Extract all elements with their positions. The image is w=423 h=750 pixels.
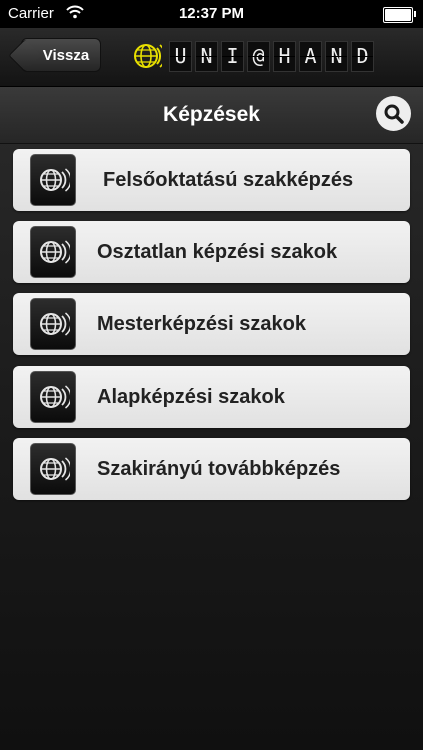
status-time: 12:37 PM <box>178 5 245 22</box>
logo-wordmark: U N I @ H A N D <box>169 40 374 72</box>
globe-icon <box>30 226 76 278</box>
globe-icon <box>30 443 76 495</box>
back-button[interactable]: Vissza <box>21 38 101 72</box>
logo-letter: N <box>325 40 348 72</box>
search-button[interactable] <box>376 96 411 131</box>
menu-item-label: Osztatlan képzési szakok <box>97 241 338 263</box>
logo-globe-icon <box>134 44 162 68</box>
menu-item-szakiranyu-tovabbkepzes[interactable]: Szakirányú továbbképzés <box>13 438 410 500</box>
menu-item-label: Szakirányú továbbképzés <box>97 458 341 480</box>
logo-letter: D <box>351 40 374 72</box>
search-icon <box>384 104 404 124</box>
app-logo: U N I @ H A N D <box>130 40 374 72</box>
logo-letter: H <box>273 40 296 72</box>
menu-item-osztatlan-kepzesi-szakok[interactable]: Osztatlan képzési szakok <box>13 221 410 283</box>
logo-letter: U <box>169 40 192 72</box>
menu-item-felsooktatasu-szakkepzes[interactable]: Felsőoktatású szakképzés <box>13 149 410 211</box>
logo-letter: A <box>299 40 322 72</box>
globe-icon <box>30 371 76 423</box>
logo-letter: @ <box>247 40 270 72</box>
menu-item-label: Alapképzési szakok <box>97 386 285 408</box>
globe-icon <box>30 298 76 350</box>
status-bar: Carrier 12:37 PM <box>0 0 423 28</box>
menu-item-label: Felsőoktatású szakképzés <box>103 169 354 191</box>
battery-icon <box>383 7 416 23</box>
logo-letter: I <box>221 40 244 72</box>
menu-item-label: Mesterképzési szakok <box>97 313 307 335</box>
title-bar: Képzések <box>0 87 423 144</box>
page-title: Képzések <box>163 103 260 126</box>
back-button-label: Vissza <box>42 46 90 64</box>
globe-icon <box>30 154 76 206</box>
menu-item-mesterkepzesi-szakok[interactable]: Mesterképzési szakok <box>13 293 410 355</box>
menu-item-alapkepzesi-szakok[interactable]: Alapképzési szakok <box>13 366 410 428</box>
logo-letter: N <box>195 40 218 72</box>
navigation-bar: Vissza U N I @ H A N D <box>0 28 423 87</box>
